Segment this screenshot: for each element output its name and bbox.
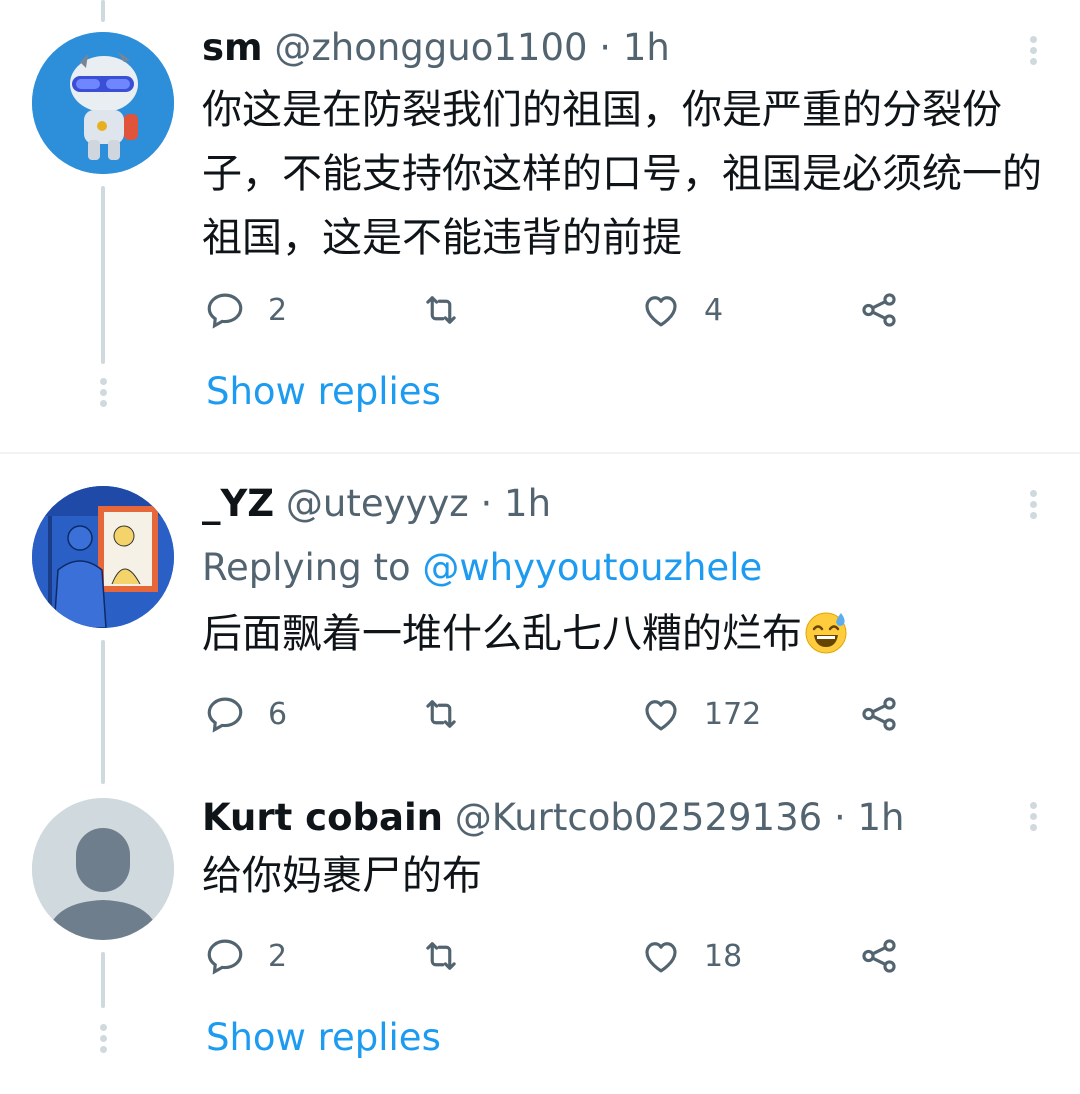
- heart-icon: [645, 296, 677, 327]
- heart-icon: [645, 700, 677, 731]
- tweet-2[interactable]: _YZ @uteyyyz · 1h Replying to @whyyoutou…: [0, 454, 1080, 784]
- retweet-button[interactable]: [420, 286, 462, 334]
- more-options-icon[interactable]: [1028, 802, 1038, 835]
- user-handle[interactable]: @zhongguo1100: [274, 26, 587, 69]
- avatar[interactable]: [32, 32, 174, 174]
- thread-line-top: [101, 0, 105, 22]
- share-button[interactable]: [858, 932, 900, 980]
- tweet-actions: 2 18: [204, 932, 924, 980]
- display-name[interactable]: Kurt cobain: [202, 796, 443, 839]
- like-button[interactable]: 18: [640, 932, 742, 980]
- tweet-actions: 2 4: [204, 286, 924, 334]
- share-button[interactable]: [858, 286, 900, 334]
- tweet-1[interactable]: sm @zhongguo1100 · 1h 你这是在防裂我们的祖国，你是严重的分…: [0, 0, 1080, 452]
- share-button[interactable]: [858, 690, 900, 738]
- share-icon: [862, 939, 896, 973]
- timestamp[interactable]: · 1h: [834, 796, 905, 839]
- more-options-icon[interactable]: [1028, 36, 1038, 69]
- show-replies-link[interactable]: Show replies: [206, 1016, 441, 1059]
- thread-line: [101, 952, 105, 1008]
- thread-line: [101, 186, 105, 364]
- tweet-text: 给你妈裹尸的布: [202, 853, 482, 899]
- reply-button[interactable]: 2: [204, 932, 287, 980]
- tweet-text-content: 后面飘着一堆什么乱七八糟的烂布: [202, 611, 802, 657]
- mirror-illustration-avatar-icon: [32, 486, 174, 628]
- reply-icon: [207, 697, 243, 733]
- timestamp[interactable]: · 1h: [599, 26, 670, 69]
- reply-button[interactable]: 6: [204, 690, 287, 738]
- like-button[interactable]: 4: [640, 286, 723, 334]
- tweet-actions: 6 172: [204, 690, 924, 738]
- retweet-icon: [426, 700, 456, 728]
- sweat-smile-emoji-icon: [805, 612, 847, 654]
- retweet-icon: [426, 296, 456, 324]
- tweet-text: 你这是在防裂我们的祖国，你是严重的分裂份子，不能支持你这样的口号，祖国是必须统一…: [202, 87, 1042, 261]
- retweet-button[interactable]: [420, 932, 462, 980]
- replying-to-label: Replying to: [202, 546, 411, 589]
- tweet-text: 后面飘着一堆什么乱七八糟的烂布: [202, 602, 1052, 666]
- timestamp[interactable]: · 1h: [481, 482, 552, 525]
- heart-icon: [645, 942, 677, 973]
- like-button[interactable]: 172: [640, 690, 761, 738]
- like-count: 18: [704, 938, 743, 974]
- replying-to: Replying to @whyyoutouzhele: [202, 546, 762, 589]
- default-profile-avatar-icon: [32, 798, 174, 940]
- robot-avatar-icon: [32, 32, 174, 174]
- thread-more-dots: [97, 1024, 109, 1057]
- avatar[interactable]: [32, 486, 174, 628]
- avatar[interactable]: [32, 798, 174, 940]
- share-icon: [862, 697, 896, 731]
- display-name[interactable]: sm: [202, 26, 263, 69]
- reply-button[interactable]: 2: [204, 286, 287, 334]
- retweet-icon: [426, 942, 456, 970]
- tweet-header: Kurt cobain @Kurtcob02529136 · 1h: [202, 794, 904, 842]
- reply-icon: [207, 293, 243, 329]
- reply-icon: [207, 939, 243, 975]
- like-count: 172: [704, 696, 762, 732]
- user-handle[interactable]: @Kurtcob02529136: [455, 796, 822, 839]
- tweet-header: _YZ @uteyyyz · 1h: [202, 480, 551, 528]
- display-name[interactable]: _YZ: [202, 482, 274, 525]
- reply-count: 2: [268, 938, 288, 974]
- like-count: 4: [704, 292, 724, 328]
- more-options-icon[interactable]: [1028, 490, 1038, 523]
- tweet-header: sm @zhongguo1100 · 1h: [202, 24, 670, 72]
- retweet-button[interactable]: [420, 690, 462, 738]
- share-icon: [862, 293, 896, 327]
- replying-to-handle[interactable]: @whyyoutouzhele: [422, 546, 762, 589]
- reply-count: 6: [268, 696, 288, 732]
- thread-line: [101, 640, 105, 784]
- reply-count: 2: [268, 292, 288, 328]
- tweet-3[interactable]: Kurt cobain @Kurtcob02529136 · 1h 给你妈裹尸的…: [0, 782, 1080, 1094]
- user-handle[interactable]: @uteyyyz: [286, 482, 469, 525]
- show-replies-link[interactable]: Show replies: [206, 370, 441, 413]
- thread-more-dots: [97, 378, 109, 411]
